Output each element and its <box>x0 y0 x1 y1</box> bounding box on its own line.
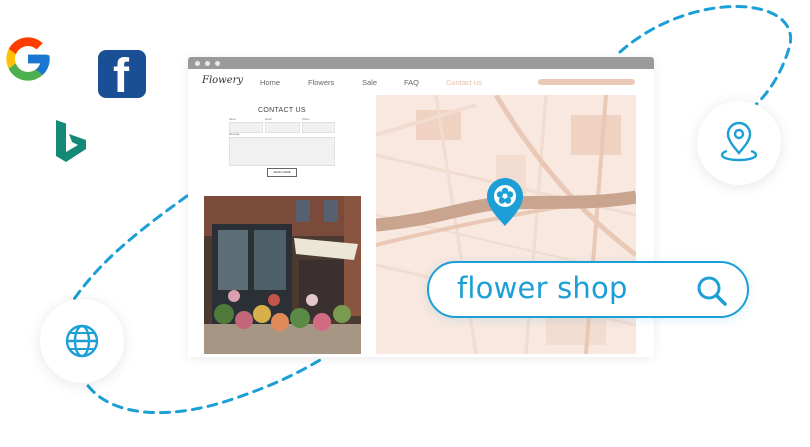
search-input[interactable]: flower shop <box>457 271 628 305</box>
globe-icon <box>65 324 99 358</box>
magnifier-icon[interactable] <box>695 274 729 308</box>
email-label: Email <box>265 118 272 121</box>
nav-flowers[interactable]: Flowers <box>308 78 334 87</box>
globe-button[interactable] <box>40 299 124 383</box>
window-dot-2[interactable] <box>205 60 210 66</box>
facebook-logo: f <box>98 50 146 98</box>
message-field[interactable] <box>229 137 335 166</box>
map-pin-icon <box>720 121 758 162</box>
contact-title: CONTACT US <box>258 107 306 114</box>
nav-faq[interactable]: FAQ <box>404 78 419 87</box>
name-label: Name <box>229 118 236 121</box>
phone-label: Phone <box>302 118 310 121</box>
bing-icon <box>56 120 86 162</box>
google-logo <box>2 33 54 85</box>
send-button[interactable]: SEND HERE <box>267 168 297 177</box>
message-label: Message <box>229 133 240 136</box>
site-nav: Flowery Home Flowers Sale FAQ Contact us <box>188 69 654 95</box>
facebook-icon: f <box>113 50 129 99</box>
search-bar[interactable]: flower shop <box>427 261 749 318</box>
window-dot-1[interactable] <box>195 60 200 66</box>
nav-bar-placeholder <box>538 79 635 85</box>
site-logo[interactable]: Flowery <box>202 75 243 86</box>
google-icon <box>6 37 50 81</box>
flower-shop-photo <box>204 196 361 354</box>
browser-titlebar <box>188 57 654 69</box>
bing-logo <box>52 118 90 168</box>
flower-pin-icon[interactable] <box>485 177 525 227</box>
name-field[interactable] <box>229 122 263 133</box>
phone-field[interactable] <box>302 122 335 133</box>
nav-contact[interactable]: Contact us <box>446 78 482 87</box>
location-button[interactable] <box>697 101 781 185</box>
nav-home[interactable]: Home <box>260 78 280 87</box>
email-field[interactable] <box>265 122 300 133</box>
nav-sale[interactable]: Sale <box>362 78 377 87</box>
window-dot-3[interactable] <box>215 60 220 66</box>
